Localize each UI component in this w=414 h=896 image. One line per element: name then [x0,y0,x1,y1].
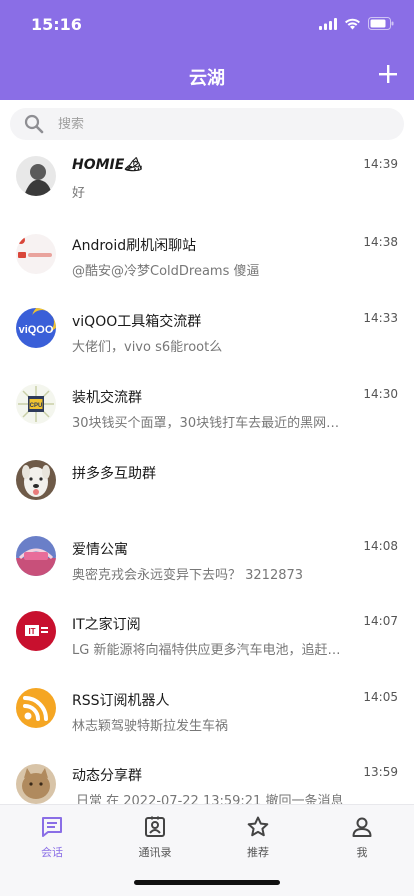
svg-text:CPU: CPU [30,403,43,409]
tab-contacts[interactable]: 通讯录 [115,815,195,860]
chat-last-message: 30块钱买个面罩，30块钱打车去最近的黑网… [72,416,340,431]
chat-last-message: 大佬们，vivo s6能root么 [72,340,223,355]
chat-name: 拼多多互助群 [72,466,156,482]
viqoo-avatar: viQOO [16,308,56,348]
tab-label: 我 [356,846,368,859]
chat-time: 14:39 [363,157,398,171]
chat-name: HOMIE🏔 [72,157,143,173]
tab-recommend[interactable]: 推荐 [218,815,298,860]
chat-name: 爱情公寓 [72,542,128,558]
page-title: 云湖 [189,68,225,89]
tab-chats[interactable]: 会话 [12,815,92,860]
homie-avatar [16,156,56,196]
search-box[interactable] [10,108,404,140]
chat-row[interactable]: HOMIE🏔 14:39 好 [0,148,414,222]
signal-icon [319,17,337,30]
ithome-avatar: IT [16,611,56,651]
chat-last-message: 日常 在 2022-07-22 13:59:21 撤回一条消息 [76,794,344,804]
chat-row[interactable]: CPU 装机交流群 14:30 30块钱买个面罩，30块钱打车去最近的黑网… [0,384,414,458]
app-header: 15:16 云湖 [0,0,414,100]
tab-label: 会话 [41,846,63,859]
chat-name: IT之家订阅 [72,617,141,633]
battery-icon [368,17,394,30]
chat-row[interactable]: IT IT之家订阅 14:07 LG 新能源将向福特供应更多汽车电池，追赶… [0,611,414,685]
chat-list: HOMIE🏔 14:39 好 Android刷机闲聊站 14:38 @酷安@冷梦… [0,148,414,804]
cpu-avatar: CPU [16,384,56,424]
chat-row[interactable]: RSS订阅机器人 14:05 林志颖驾驶特斯拉发生车祸 [0,688,414,762]
svg-text:viQOO: viQOO [19,324,54,336]
chat-last-message: LG 新能源将向福特供应更多汽车电池，追赶… [72,643,341,658]
home-indicator [134,880,280,885]
tab-me[interactable]: 我 [322,815,402,860]
svg-text:IT: IT [28,627,35,636]
android-avatar [16,234,56,274]
dog-avatar [16,460,56,500]
search-bar [0,100,414,148]
tab-label: 通讯录 [138,846,172,859]
chat-time: 14:38 [363,235,398,249]
chat-name: RSS订阅机器人 [72,693,170,709]
chat-last-message: @酷安@冷梦ColdDreams 傻逼 [72,264,260,279]
chat-last-message: 奥密克戎会永远变异下去吗？ 3212873 [72,568,304,583]
rss-avatar [16,688,56,728]
add-button[interactable] [376,62,400,86]
wifi-icon [345,18,360,29]
chat-time: 14:33 [363,311,398,325]
search-input[interactable] [58,116,358,132]
chat-time: 14:08 [363,539,398,553]
chat-time: 14:07 [363,614,398,628]
status-icons [319,17,394,30]
profile-icon [352,817,372,837]
chat-row[interactable]: Android刷机闲聊站 14:38 @酷安@冷梦ColdDreams 傻逼 [0,230,414,304]
status-time: 15:16 [31,15,82,34]
apartment-avatar [16,536,56,576]
search-icon [24,114,44,134]
star-icon [247,816,269,837]
chat-name: Android刷机闲聊站 [72,238,197,254]
cat-avatar [16,764,56,804]
chat-last-message: 林志颖驾驶特斯拉发生车祸 [72,719,229,734]
chat-name: 动态分享群 [72,768,142,784]
chat-last-message: 好 [72,186,86,201]
chat-name: viQOO工具箱交流群 [72,314,202,330]
chat-row[interactable]: 拼多多互助群 [0,458,414,532]
chat-time: 14:30 [363,387,398,401]
plus-icon [379,65,397,83]
chat-row[interactable]: viQOO viQOO工具箱交流群 14:33 大佬们，vivo s6能root… [0,308,414,382]
chat-name: 装机交流群 [72,390,142,406]
chat-icon [42,817,62,837]
contacts-icon [145,816,165,837]
chat-row[interactable]: 动态分享群 13:59 日常 在 2022-07-22 13:59:21 撤回一… [0,762,414,804]
chat-time: 14:05 [363,690,398,704]
chat-row[interactable]: 爱情公寓 14:08 奥密克戎会永远变异下去吗？ 3212873 [0,536,414,610]
chat-time: 13:59 [363,765,398,779]
tab-label: 推荐 [247,846,269,859]
